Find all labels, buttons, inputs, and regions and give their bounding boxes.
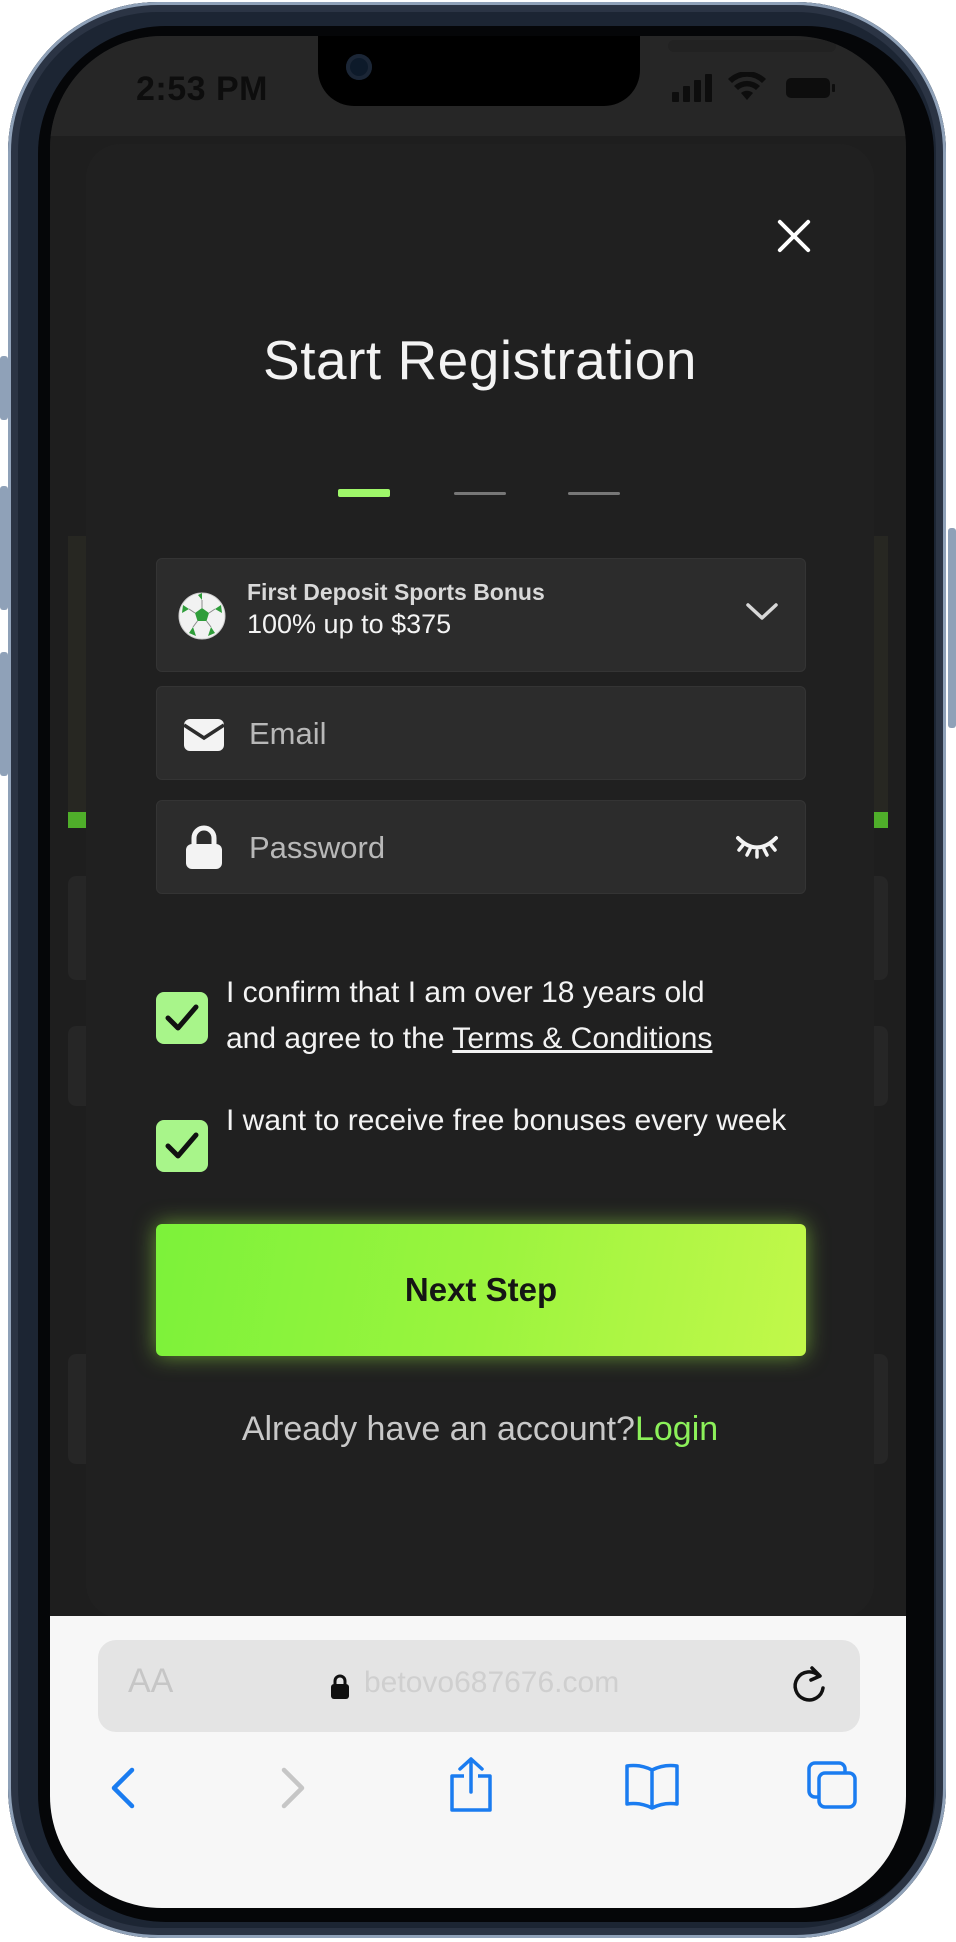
login-prompt: Already have an account?: [241, 1410, 635, 1448]
age-consent-checkbox[interactable]: [156, 992, 208, 1044]
bonus-select[interactable]: First Deposit Sports Bonus 100% up to $3…: [156, 558, 806, 672]
power-button: [948, 528, 956, 728]
bonus-consent-text: I want to receive free bonuses every wee…: [226, 1104, 787, 1137]
volume-up-button: [0, 486, 8, 610]
checkmark-icon: [165, 1132, 199, 1159]
eye-closed-icon[interactable]: [735, 833, 779, 859]
next-step-button[interactable]: Next Step: [156, 1224, 806, 1356]
email-input[interactable]: [247, 687, 721, 781]
step-indicator-2: [454, 492, 506, 495]
modal-title: Start Registration: [263, 329, 697, 391]
login-prompt-row: Already have an account?Login: [86, 1410, 874, 1449]
forward-icon[interactable]: [278, 1766, 308, 1810]
mute-switch: [0, 356, 8, 420]
front-camera: [346, 54, 372, 80]
email-field-container: [156, 686, 806, 781]
soccer-ball-icon: [178, 592, 226, 640]
lock-icon: [186, 825, 222, 869]
text-size-button[interactable]: AA: [128, 1662, 173, 1701]
password-input[interactable]: [247, 801, 721, 895]
close-icon[interactable]: [774, 216, 814, 256]
envelope-icon: [183, 719, 225, 751]
url-text: betovo687676.com: [364, 1666, 620, 1699]
browser-toolbar: AA betovo687676.com: [50, 1616, 906, 1908]
login-link[interactable]: Login: [635, 1410, 718, 1448]
screen: 2:53 PM Start Registration First Deposit…: [50, 36, 906, 1908]
registration-modal: Start Registration First Deposit Sports …: [86, 144, 874, 1618]
address-bar[interactable]: AA betovo687676.com: [98, 1640, 860, 1732]
chevron-down-icon: [746, 603, 778, 620]
tabs-icon[interactable]: [806, 1760, 858, 1810]
share-icon[interactable]: [448, 1756, 494, 1814]
step-indicator-3: [568, 492, 620, 495]
volume-down-button: [0, 652, 8, 776]
age-consent-text: I confirm that I am over 18 years old an…: [226, 970, 806, 1062]
bonus-title: First Deposit Sports Bonus: [247, 579, 545, 605]
battery-icon: [786, 78, 835, 98]
speaker-grille: [668, 40, 836, 52]
reload-icon[interactable]: [788, 1664, 830, 1708]
back-icon[interactable]: [108, 1766, 138, 1810]
bookmarks-icon[interactable]: [624, 1762, 680, 1810]
wifi-icon: [728, 72, 766, 100]
age-consent-line2: and agree to the Terms & Conditions: [226, 1016, 806, 1062]
password-field-container: [156, 800, 806, 895]
terms-link[interactable]: Terms & Conditions: [452, 1022, 712, 1055]
bonus-value: 100% up to $375: [247, 609, 452, 639]
checkmark-icon: [165, 1004, 199, 1031]
lock-icon: [331, 1674, 349, 1699]
age-consent-prefix: and agree to the: [226, 1022, 453, 1055]
status-time: 2:53 PM: [136, 70, 268, 108]
age-consent-line1: I confirm that I am over 18 years old: [226, 976, 705, 1009]
step-indicator-1: [338, 489, 390, 497]
notch: [318, 36, 836, 106]
bonus-consent-checkbox[interactable]: [156, 1120, 208, 1172]
